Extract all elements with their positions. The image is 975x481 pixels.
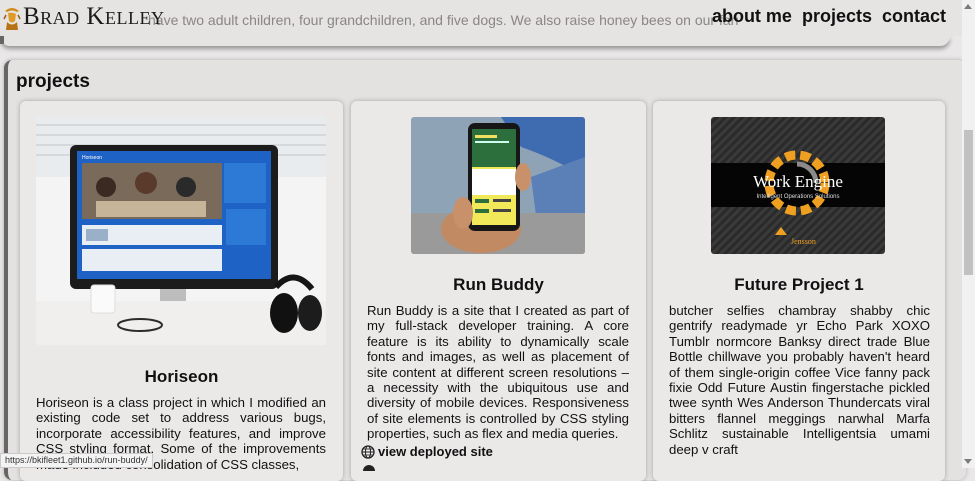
run-buddy-screenshot-image[interactable] <box>411 117 585 254</box>
future-project-1-title: Future Project 1 <box>734 275 864 294</box>
nav-projects[interactable]: projects <box>802 6 872 27</box>
cowboy-logo-icon <box>3 8 21 30</box>
run-buddy-description: Run Buddy is a site that I created as pa… <box>367 303 629 442</box>
horiseon-screenshot-image[interactable]: Horiseon <box>36 117 326 345</box>
site-header: have two adult children, four grandchild… <box>0 0 962 36</box>
work-engine-image[interactable]: Work Engine Intelligent Operations Solut… <box>711 117 885 254</box>
scroll-up-arrow-icon[interactable] <box>964 4 972 9</box>
site-logo[interactable]: Brad Kelley <box>2 2 164 32</box>
view-deployed-site-link[interactable]: view deployed site <box>361 444 493 459</box>
status-bar-url: https://bkifleet1.github.io/run-buddy/ <box>0 453 153 468</box>
horiseon-screen-title: Horiseon <box>82 155 102 161</box>
about-panel-bottom-edge <box>0 0 950 46</box>
jensson-brand-text: Jensson <box>791 237 816 246</box>
project-card-future-project-1[interactable]: Work Engine Intelligent Operations Solut… <box>653 101 945 481</box>
run-buddy-title: Run Buddy <box>453 275 544 294</box>
work-engine-image-subtitle: Intelligent Operations Solutions <box>756 194 839 200</box>
site-logo-text: Brad Kelley <box>23 3 165 30</box>
projects-heading: projects <box>16 71 90 92</box>
scrollbar-thumb[interactable] <box>964 130 973 275</box>
background-about-text: have two adult children, four grandchild… <box>148 12 738 28</box>
main-nav: about me projects contact <box>712 6 946 27</box>
nav-contact[interactable]: contact <box>882 6 946 27</box>
scroll-down-arrow-icon[interactable] <box>964 459 972 464</box>
horiseon-title: Horiseon <box>144 367 219 386</box>
github-icon[interactable] <box>363 465 375 471</box>
work-engine-image-title: Work Engine <box>753 172 843 191</box>
project-card-run-buddy[interactable]: Run Buddy Run Buddy is a site that I cre… <box>351 101 646 481</box>
future-project-1-description: butcher selfies chambray shabby chic gen… <box>669 303 930 457</box>
page-scrollbar[interactable] <box>962 0 975 468</box>
nav-about-me[interactable]: about me <box>712 6 792 27</box>
globe-icon <box>361 444 375 459</box>
project-card-horiseon[interactable]: Horiseon Horiseon Horiseon is a class pr… <box>20 101 343 481</box>
view-deployed-site-label: view deployed site <box>378 444 493 459</box>
